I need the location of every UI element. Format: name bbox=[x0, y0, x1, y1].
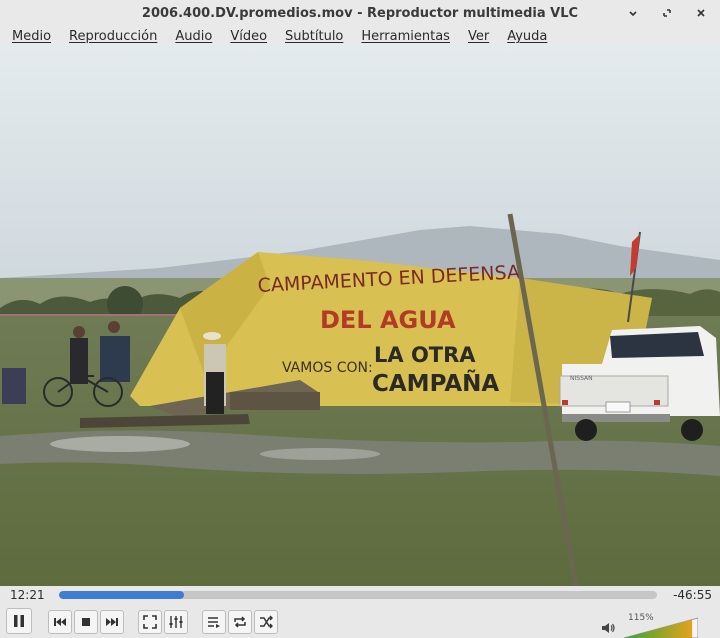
stop-button[interactable] bbox=[74, 610, 98, 634]
maximize-icon bbox=[663, 9, 671, 17]
banner-line-2: DEL AGUA bbox=[320, 306, 456, 334]
extended-settings-button[interactable] bbox=[164, 610, 188, 634]
extended-settings-icon bbox=[169, 616, 183, 628]
menu-reproduccion[interactable]: Reproducción bbox=[69, 29, 166, 44]
banner-line-5: CAMPAÑA bbox=[372, 369, 499, 397]
video-scene: CAMPAMENTO EN DEFENSA DEL AGUA VAMOS CON… bbox=[0, 46, 720, 586]
volume-slider[interactable] bbox=[624, 616, 698, 638]
playlist-icon bbox=[208, 617, 220, 628]
minimize-button[interactable] bbox=[624, 4, 642, 22]
pause-icon bbox=[14, 615, 24, 627]
loop-icon bbox=[234, 616, 246, 628]
shuffle-icon bbox=[260, 615, 273, 629]
speaker-icon[interactable] bbox=[601, 621, 617, 635]
seek-slider[interactable] bbox=[59, 591, 657, 599]
minimize-icon bbox=[629, 11, 637, 17]
maximize-button[interactable] bbox=[658, 4, 676, 22]
pause-button[interactable] bbox=[6, 608, 32, 634]
menu-subtitulo[interactable]: Subtítulo bbox=[285, 29, 352, 44]
menu-audio[interactable]: Audio bbox=[175, 29, 221, 44]
current-time: 12:21 bbox=[10, 588, 45, 602]
previous-icon bbox=[54, 618, 66, 626]
menu-bar: Medio Reproducción Audio Vídeo Subtítulo… bbox=[0, 26, 720, 46]
banner-line-3: VAMOS CON: bbox=[282, 360, 373, 376]
menu-video[interactable]: Vídeo bbox=[230, 29, 276, 44]
fullscreen-button[interactable] bbox=[138, 610, 162, 634]
stop-icon bbox=[82, 618, 90, 626]
close-icon bbox=[697, 9, 705, 17]
menu-herramientas[interactable]: Herramientas bbox=[361, 29, 459, 44]
menu-medio[interactable]: Medio bbox=[12, 29, 60, 44]
truck-brand: NISSAN bbox=[570, 375, 593, 382]
shuffle-button[interactable] bbox=[254, 610, 278, 634]
remaining-time[interactable]: -46:55 bbox=[673, 588, 712, 602]
seek-row: 12:21 -46:55 bbox=[0, 586, 720, 604]
window-title: 2006.400.DV.promedios.mov - Reproductor … bbox=[141, 5, 579, 21]
previous-button[interactable] bbox=[48, 610, 72, 634]
title-bar: 2006.400.DV.promedios.mov - Reproductor … bbox=[0, 0, 720, 26]
close-button[interactable] bbox=[692, 4, 710, 22]
fullscreen-icon bbox=[143, 615, 157, 629]
menu-ver[interactable]: Ver bbox=[468, 29, 498, 44]
loop-button[interactable] bbox=[228, 610, 252, 634]
seek-slider-fill bbox=[59, 591, 184, 599]
menu-ayuda[interactable]: Ayuda bbox=[507, 29, 556, 44]
video-frame[interactable]: CAMPAMENTO EN DEFENSA DEL AGUA VAMOS CON… bbox=[0, 46, 720, 586]
controls-bar: 115% bbox=[0, 604, 720, 638]
next-button[interactable] bbox=[100, 610, 124, 634]
banner-line-4: LA OTRA bbox=[374, 343, 476, 367]
next-icon bbox=[106, 618, 118, 626]
playlist-button[interactable] bbox=[202, 610, 226, 634]
